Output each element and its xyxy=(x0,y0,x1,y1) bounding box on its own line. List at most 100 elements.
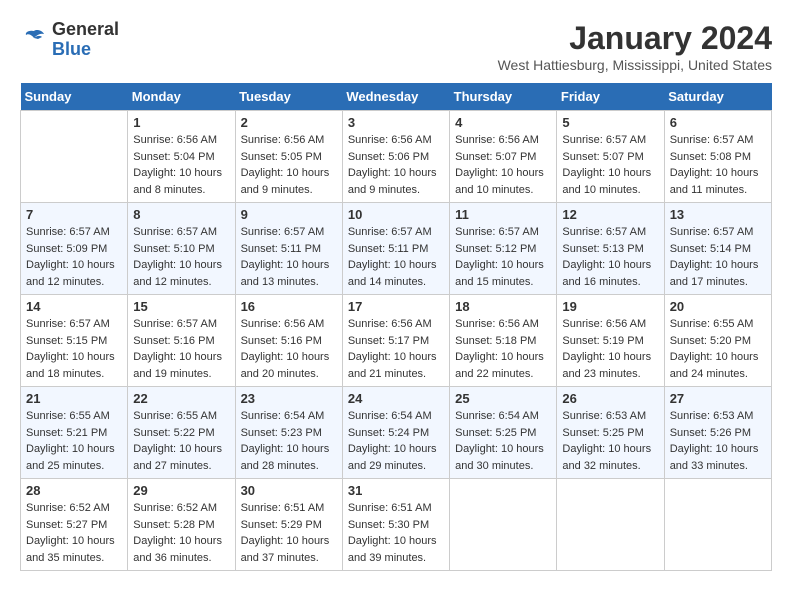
calendar-cell: 7 Sunrise: 6:57 AM Sunset: 5:09 PM Dayli… xyxy=(21,203,128,295)
day-number: 22 xyxy=(133,391,229,406)
calendar-cell: 9 Sunrise: 6:57 AM Sunset: 5:11 PM Dayli… xyxy=(235,203,342,295)
day-info: Sunrise: 6:57 AM Sunset: 5:11 PM Dayligh… xyxy=(241,224,337,290)
day-number: 26 xyxy=(562,391,658,406)
sunset-text: Sunset: 5:28 PM xyxy=(133,517,229,534)
sunset-text: Sunset: 5:07 PM xyxy=(455,149,551,166)
calendar-cell: 26 Sunrise: 6:53 AM Sunset: 5:25 PM Dayl… xyxy=(557,387,664,479)
day-number: 13 xyxy=(670,207,766,222)
sunrise-text: Sunrise: 6:54 AM xyxy=(241,408,337,425)
daylight-text: Daylight: 10 hours and 13 minutes. xyxy=(241,257,337,290)
sunset-text: Sunset: 5:30 PM xyxy=(348,517,444,534)
daylight-text: Daylight: 10 hours and 25 minutes. xyxy=(26,441,122,474)
location-text: West Hattiesburg, Mississippi, United St… xyxy=(498,57,772,73)
calendar-cell: 29 Sunrise: 6:52 AM Sunset: 5:28 PM Dayl… xyxy=(128,479,235,571)
sunset-text: Sunset: 5:13 PM xyxy=(562,241,658,258)
sunrise-text: Sunrise: 6:53 AM xyxy=(670,408,766,425)
sunrise-text: Sunrise: 6:53 AM xyxy=(562,408,658,425)
calendar-cell: 6 Sunrise: 6:57 AM Sunset: 5:08 PM Dayli… xyxy=(664,111,771,203)
calendar-cell xyxy=(664,479,771,571)
day-number: 24 xyxy=(348,391,444,406)
daylight-text: Daylight: 10 hours and 12 minutes. xyxy=(26,257,122,290)
calendar-cell: 12 Sunrise: 6:57 AM Sunset: 5:13 PM Dayl… xyxy=(557,203,664,295)
sunset-text: Sunset: 5:08 PM xyxy=(670,149,766,166)
calendar-cell: 15 Sunrise: 6:57 AM Sunset: 5:16 PM Dayl… xyxy=(128,295,235,387)
daylight-text: Daylight: 10 hours and 20 minutes. xyxy=(241,349,337,382)
daylight-text: Daylight: 10 hours and 14 minutes. xyxy=(348,257,444,290)
calendar-cell: 5 Sunrise: 6:57 AM Sunset: 5:07 PM Dayli… xyxy=(557,111,664,203)
sunset-text: Sunset: 5:14 PM xyxy=(670,241,766,258)
sunrise-text: Sunrise: 6:54 AM xyxy=(455,408,551,425)
month-title: January 2024 xyxy=(498,20,772,57)
sunset-text: Sunset: 5:23 PM xyxy=(241,425,337,442)
calendar-week-row: 14 Sunrise: 6:57 AM Sunset: 5:15 PM Dayl… xyxy=(21,295,772,387)
sunset-text: Sunset: 5:29 PM xyxy=(241,517,337,534)
day-number: 29 xyxy=(133,483,229,498)
calendar-cell: 11 Sunrise: 6:57 AM Sunset: 5:12 PM Dayl… xyxy=(450,203,557,295)
day-number: 5 xyxy=(562,115,658,130)
day-info: Sunrise: 6:57 AM Sunset: 5:11 PM Dayligh… xyxy=(348,224,444,290)
day-info: Sunrise: 6:57 AM Sunset: 5:15 PM Dayligh… xyxy=(26,316,122,382)
sunset-text: Sunset: 5:11 PM xyxy=(241,241,337,258)
sunrise-text: Sunrise: 6:52 AM xyxy=(26,500,122,517)
daylight-text: Daylight: 10 hours and 32 minutes. xyxy=(562,441,658,474)
sunrise-text: Sunrise: 6:56 AM xyxy=(241,316,337,333)
calendar-table: SundayMondayTuesdayWednesdayThursdayFrid… xyxy=(20,83,772,571)
day-number: 15 xyxy=(133,299,229,314)
sunset-text: Sunset: 5:05 PM xyxy=(241,149,337,166)
daylight-text: Daylight: 10 hours and 28 minutes. xyxy=(241,441,337,474)
calendar-cell: 31 Sunrise: 6:51 AM Sunset: 5:30 PM Dayl… xyxy=(342,479,449,571)
daylight-text: Daylight: 10 hours and 18 minutes. xyxy=(26,349,122,382)
day-info: Sunrise: 6:56 AM Sunset: 5:05 PM Dayligh… xyxy=(241,132,337,198)
day-info: Sunrise: 6:54 AM Sunset: 5:25 PM Dayligh… xyxy=(455,408,551,474)
day-number: 21 xyxy=(26,391,122,406)
daylight-text: Daylight: 10 hours and 16 minutes. xyxy=(562,257,658,290)
daylight-text: Daylight: 10 hours and 8 minutes. xyxy=(133,165,229,198)
sunset-text: Sunset: 5:16 PM xyxy=(241,333,337,350)
day-info: Sunrise: 6:57 AM Sunset: 5:12 PM Dayligh… xyxy=(455,224,551,290)
daylight-text: Daylight: 10 hours and 11 minutes. xyxy=(670,165,766,198)
calendar-cell: 21 Sunrise: 6:55 AM Sunset: 5:21 PM Dayl… xyxy=(21,387,128,479)
sunset-text: Sunset: 5:07 PM xyxy=(562,149,658,166)
day-info: Sunrise: 6:56 AM Sunset: 5:19 PM Dayligh… xyxy=(562,316,658,382)
day-number: 1 xyxy=(133,115,229,130)
sunset-text: Sunset: 5:22 PM xyxy=(133,425,229,442)
calendar-cell: 8 Sunrise: 6:57 AM Sunset: 5:10 PM Dayli… xyxy=(128,203,235,295)
daylight-text: Daylight: 10 hours and 29 minutes. xyxy=(348,441,444,474)
daylight-text: Daylight: 10 hours and 21 minutes. xyxy=(348,349,444,382)
sunrise-text: Sunrise: 6:54 AM xyxy=(348,408,444,425)
day-number: 4 xyxy=(455,115,551,130)
daylight-text: Daylight: 10 hours and 23 minutes. xyxy=(562,349,658,382)
calendar-cell: 20 Sunrise: 6:55 AM Sunset: 5:20 PM Dayl… xyxy=(664,295,771,387)
daylight-text: Daylight: 10 hours and 39 minutes. xyxy=(348,533,444,566)
sunset-text: Sunset: 5:21 PM xyxy=(26,425,122,442)
calendar-cell: 1 Sunrise: 6:56 AM Sunset: 5:04 PM Dayli… xyxy=(128,111,235,203)
daylight-text: Daylight: 10 hours and 9 minutes. xyxy=(241,165,337,198)
day-number: 6 xyxy=(670,115,766,130)
calendar-cell: 27 Sunrise: 6:53 AM Sunset: 5:26 PM Dayl… xyxy=(664,387,771,479)
sunrise-text: Sunrise: 6:57 AM xyxy=(670,132,766,149)
sunrise-text: Sunrise: 6:57 AM xyxy=(26,316,122,333)
day-info: Sunrise: 6:53 AM Sunset: 5:25 PM Dayligh… xyxy=(562,408,658,474)
sunrise-text: Sunrise: 6:56 AM xyxy=(348,132,444,149)
sunrise-text: Sunrise: 6:57 AM xyxy=(670,224,766,241)
daylight-text: Daylight: 10 hours and 37 minutes. xyxy=(241,533,337,566)
day-number: 27 xyxy=(670,391,766,406)
daylight-text: Daylight: 10 hours and 33 minutes. xyxy=(670,441,766,474)
sunrise-text: Sunrise: 6:51 AM xyxy=(241,500,337,517)
day-number: 19 xyxy=(562,299,658,314)
sunset-text: Sunset: 5:12 PM xyxy=(455,241,551,258)
daylight-text: Daylight: 10 hours and 12 minutes. xyxy=(133,257,229,290)
sunrise-text: Sunrise: 6:57 AM xyxy=(133,316,229,333)
day-info: Sunrise: 6:55 AM Sunset: 5:22 PM Dayligh… xyxy=(133,408,229,474)
sunrise-text: Sunrise: 6:57 AM xyxy=(562,224,658,241)
sunrise-text: Sunrise: 6:56 AM xyxy=(133,132,229,149)
weekday-header-wednesday: Wednesday xyxy=(342,83,449,111)
day-number: 16 xyxy=(241,299,337,314)
day-info: Sunrise: 6:51 AM Sunset: 5:29 PM Dayligh… xyxy=(241,500,337,566)
sunset-text: Sunset: 5:24 PM xyxy=(348,425,444,442)
sunset-text: Sunset: 5:04 PM xyxy=(133,149,229,166)
weekday-header-friday: Friday xyxy=(557,83,664,111)
sunset-text: Sunset: 5:17 PM xyxy=(348,333,444,350)
sunrise-text: Sunrise: 6:57 AM xyxy=(348,224,444,241)
daylight-text: Daylight: 10 hours and 22 minutes. xyxy=(455,349,551,382)
